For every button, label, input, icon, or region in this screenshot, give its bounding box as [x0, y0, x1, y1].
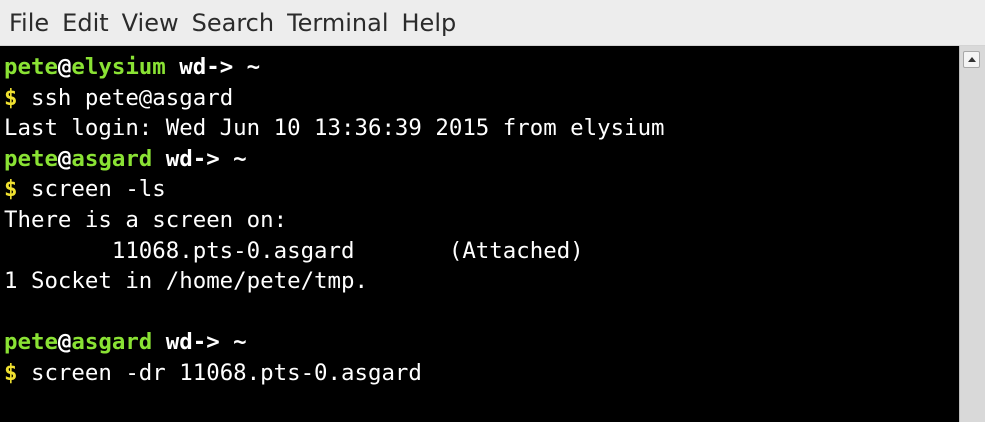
menu-search[interactable]: Search	[192, 11, 274, 35]
prompt-line: pete@asgard wd-> ~	[4, 144, 959, 175]
menu-file[interactable]: File	[9, 11, 49, 35]
prompt-user: pete	[4, 54, 58, 80]
prompt-dollar: $	[4, 176, 18, 203]
menu-terminal[interactable]: Terminal	[287, 11, 388, 35]
prompt-host: elysium	[71, 54, 166, 80]
prompt-path: wd-> ~	[165, 54, 261, 80]
menu-help[interactable]: Help	[402, 11, 457, 35]
prompt-path: wd-> ~	[152, 329, 247, 356]
prompt-host: asgard	[71, 145, 153, 172]
prompt-host: asgard	[71, 329, 153, 356]
prompt-line: pete@asgard wd-> ~	[4, 327, 959, 358]
command-text: ssh pete@asgard	[17, 84, 234, 111]
command-text: screen -dr 11068.pts-0.asgard	[17, 359, 422, 386]
prompt-dollar: $	[4, 84, 18, 111]
menu-bar: File Edit View Search Terminal Help	[0, 0, 985, 46]
prompt-user: pete	[4, 329, 58, 356]
menu-view[interactable]: View	[122, 11, 179, 35]
output-line: 1 Socket in /home/pete/tmp.	[4, 268, 368, 295]
prompt-line: pete@elysium wd-> ~	[4, 52, 959, 83]
command-line: $ screen -ls	[4, 174, 959, 205]
vertical-scrollbar[interactable]	[959, 46, 985, 422]
output-line: Last login: Wed Jun 10 13:36:39 2015 fro…	[4, 115, 665, 142]
output-line: There is a screen on:	[4, 206, 288, 233]
prompt-user: pete	[4, 145, 58, 172]
prompt-at: @	[57, 145, 72, 172]
output-line: 11068.pts-0.asgard (Attached)	[4, 237, 584, 264]
menu-edit[interactable]: Edit	[62, 11, 108, 35]
command-line: $ ssh pete@asgard	[4, 83, 959, 114]
command-line: $ screen -dr 11068.pts-0.asgard	[4, 358, 959, 389]
prompt-at: @	[57, 54, 72, 80]
terminal-output[interactable]: pete@elysium wd-> ~ $ ssh pete@asgard La…	[0, 46, 959, 422]
prompt-dollar: $	[4, 359, 18, 386]
prompt-at: @	[57, 329, 72, 356]
prompt-path: wd-> ~	[152, 145, 247, 172]
command-text: screen -ls	[17, 176, 166, 203]
arrow-up-icon[interactable]	[963, 51, 980, 68]
terminal-window: File Edit View Search Terminal Help pete…	[0, 0, 985, 422]
